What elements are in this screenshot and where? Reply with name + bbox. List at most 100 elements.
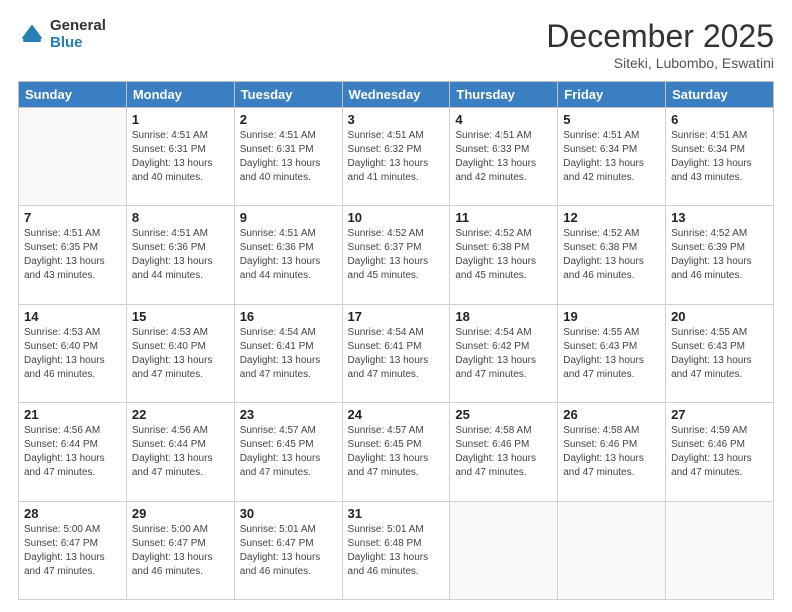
day-number: 10 (348, 210, 445, 225)
day-info: Sunrise: 4:54 AMSunset: 6:41 PMDaylight:… (348, 326, 445, 382)
calendar-table: Sunday Monday Tuesday Wednesday Thursday… (18, 81, 774, 600)
table-row: 7 Sunrise: 4:51 AMSunset: 6:35 PMDaylight… (19, 206, 127, 304)
day-info: Sunrise: 4:51 AMSunset: 6:36 PMDaylight:… (240, 227, 337, 283)
day-number: 17 (348, 309, 445, 324)
day-info: Sunrise: 4:51 AMSunset: 6:33 PMDaylight:… (455, 129, 552, 185)
day-number: 25 (455, 407, 552, 422)
day-info: Sunrise: 4:52 AMSunset: 6:38 PMDaylight:… (455, 227, 552, 283)
day-info: Sunrise: 4:53 AMSunset: 6:40 PMDaylight:… (132, 326, 229, 382)
day-number: 4 (455, 112, 552, 127)
calendar-week-row: 14Sunrise: 4:53 AMSunset: 6:40 PMDayligh… (19, 304, 774, 402)
day-info: Sunrise: 4:56 AMSunset: 6:44 PMDaylight:… (132, 424, 229, 480)
logo-text: General Blue (50, 18, 106, 51)
generalblue-logo-icon (18, 21, 46, 49)
day-info: Sunrise: 4:51 AMSunset: 6:31 PMDaylight:… (132, 129, 229, 185)
day-info: Sunrise: 5:01 AMSunset: 6:47 PMDaylight:… (240, 523, 337, 579)
day-number: 23 (240, 407, 337, 422)
day-info: Sunrise: 4:59 AMSunset: 6:46 PMDaylight:… (671, 424, 768, 480)
table-row: 18 Sunrise: 4:54 AMSunset: 6:42 PMDayligh… (450, 304, 558, 402)
col-saturday: Saturday (666, 82, 774, 108)
table-row: 6 Sunrise: 4:51 AMSunset: 6:34 PMDaylight… (666, 108, 774, 206)
table-row: 31 Sunrise: 5:01 AMSunset: 6:48 PMDayligh… (342, 501, 450, 599)
title-block: December 2025 Siteki, Lubombo, Eswatini (546, 18, 774, 71)
table-row: 13 Sunrise: 4:52 AMSunset: 6:39 PMDayligh… (666, 206, 774, 304)
day-info: Sunrise: 4:57 AMSunset: 6:45 PMDaylight:… (240, 424, 337, 480)
day-info: Sunrise: 5:01 AMSunset: 6:48 PMDaylight:… (348, 523, 445, 579)
location-title: Siteki, Lubombo, Eswatini (546, 55, 774, 71)
day-number: 9 (240, 210, 337, 225)
calendar-week-row: 7 Sunrise: 4:51 AMSunset: 6:35 PMDaylight… (19, 206, 774, 304)
day-info: Sunrise: 4:57 AMSunset: 6:45 PMDaylight:… (348, 424, 445, 480)
table-row: 14Sunrise: 4:53 AMSunset: 6:40 PMDayligh… (19, 304, 127, 402)
table-row: 22 Sunrise: 4:56 AMSunset: 6:44 PMDayligh… (126, 403, 234, 501)
day-number: 12 (563, 210, 660, 225)
day-number: 22 (132, 407, 229, 422)
day-info: Sunrise: 4:52 AMSunset: 6:38 PMDaylight:… (563, 227, 660, 283)
table-row: 28Sunrise: 5:00 AMSunset: 6:47 PMDayligh… (19, 501, 127, 599)
calendar-week-row: 28Sunrise: 5:00 AMSunset: 6:47 PMDayligh… (19, 501, 774, 599)
table-row: 8 Sunrise: 4:51 AMSunset: 6:36 PMDaylight… (126, 206, 234, 304)
day-number: 21 (24, 407, 121, 422)
day-info: Sunrise: 5:00 AMSunset: 6:47 PMDaylight:… (24, 523, 121, 579)
month-title: December 2025 (546, 18, 774, 55)
day-number: 16 (240, 309, 337, 324)
day-number: 5 (563, 112, 660, 127)
day-info: Sunrise: 4:51 AMSunset: 6:34 PMDaylight:… (563, 129, 660, 185)
table-row: 11 Sunrise: 4:52 AMSunset: 6:38 PMDayligh… (450, 206, 558, 304)
header: General Blue December 2025 Siteki, Lubom… (18, 18, 774, 71)
day-number: 15 (132, 309, 229, 324)
table-row: 15 Sunrise: 4:53 AMSunset: 6:40 PMDayligh… (126, 304, 234, 402)
table-row: 1 Sunrise: 4:51 AMSunset: 6:31 PMDaylight… (126, 108, 234, 206)
day-info: Sunrise: 4:51 AMSunset: 6:34 PMDaylight:… (671, 129, 768, 185)
day-info: Sunrise: 5:00 AMSunset: 6:47 PMDaylight:… (132, 523, 229, 579)
day-number: 30 (240, 506, 337, 521)
logo: General Blue (18, 18, 106, 51)
day-number: 31 (348, 506, 445, 521)
table-row: 3Sunrise: 4:51 AMSunset: 6:32 PMDaylight… (342, 108, 450, 206)
calendar-week-row: 21 Sunrise: 4:56 AMSunset: 6:44 PMDayligh… (19, 403, 774, 501)
day-info: Sunrise: 4:51 AMSunset: 6:36 PMDaylight:… (132, 227, 229, 283)
day-info: Sunrise: 4:52 AMSunset: 6:37 PMDaylight:… (348, 227, 445, 283)
table-row: 19Sunrise: 4:55 AMSunset: 6:43 PMDayligh… (558, 304, 666, 402)
table-row: 16 Sunrise: 4:54 AMSunset: 6:41 PMDayligh… (234, 304, 342, 402)
table-row (19, 108, 127, 206)
day-number: 7 (24, 210, 121, 225)
logo-blue: Blue (50, 35, 106, 52)
day-number: 2 (240, 112, 337, 127)
day-number: 20 (671, 309, 768, 324)
col-friday: Friday (558, 82, 666, 108)
table-row (450, 501, 558, 599)
day-info: Sunrise: 4:51 AMSunset: 6:35 PMDaylight:… (24, 227, 121, 283)
table-row: 2Sunrise: 4:51 AMSunset: 6:31 PMDaylight… (234, 108, 342, 206)
table-row: 23 Sunrise: 4:57 AMSunset: 6:45 PMDayligh… (234, 403, 342, 501)
day-number: 8 (132, 210, 229, 225)
table-row: 26Sunrise: 4:58 AMSunset: 6:46 PMDayligh… (558, 403, 666, 501)
day-info: Sunrise: 4:54 AMSunset: 6:41 PMDaylight:… (240, 326, 337, 382)
day-info: Sunrise: 4:53 AMSunset: 6:40 PMDaylight:… (24, 326, 121, 382)
day-number: 24 (348, 407, 445, 422)
day-info: Sunrise: 4:52 AMSunset: 6:39 PMDaylight:… (671, 227, 768, 283)
table-row: 27Sunrise: 4:59 AMSunset: 6:46 PMDayligh… (666, 403, 774, 501)
col-wednesday: Wednesday (342, 82, 450, 108)
table-row: 5 Sunrise: 4:51 AMSunset: 6:34 PMDaylight… (558, 108, 666, 206)
page: General Blue December 2025 Siteki, Lubom… (0, 0, 792, 612)
table-row (666, 501, 774, 599)
table-row: 20Sunrise: 4:55 AMSunset: 6:43 PMDayligh… (666, 304, 774, 402)
day-number: 11 (455, 210, 552, 225)
col-thursday: Thursday (450, 82, 558, 108)
col-sunday: Sunday (19, 82, 127, 108)
day-number: 1 (132, 112, 229, 127)
calendar-header-row: Sunday Monday Tuesday Wednesday Thursday… (19, 82, 774, 108)
table-row: 9 Sunrise: 4:51 AMSunset: 6:36 PMDaylight… (234, 206, 342, 304)
day-number: 13 (671, 210, 768, 225)
day-number: 6 (671, 112, 768, 127)
day-info: Sunrise: 4:56 AMSunset: 6:44 PMDaylight:… (24, 424, 121, 480)
day-number: 26 (563, 407, 660, 422)
day-number: 18 (455, 309, 552, 324)
col-monday: Monday (126, 82, 234, 108)
day-info: Sunrise: 4:54 AMSunset: 6:42 PMDaylight:… (455, 326, 552, 382)
table-row: 4 Sunrise: 4:51 AMSunset: 6:33 PMDaylight… (450, 108, 558, 206)
col-tuesday: Tuesday (234, 82, 342, 108)
table-row: 17 Sunrise: 4:54 AMSunset: 6:41 PMDayligh… (342, 304, 450, 402)
day-number: 29 (132, 506, 229, 521)
